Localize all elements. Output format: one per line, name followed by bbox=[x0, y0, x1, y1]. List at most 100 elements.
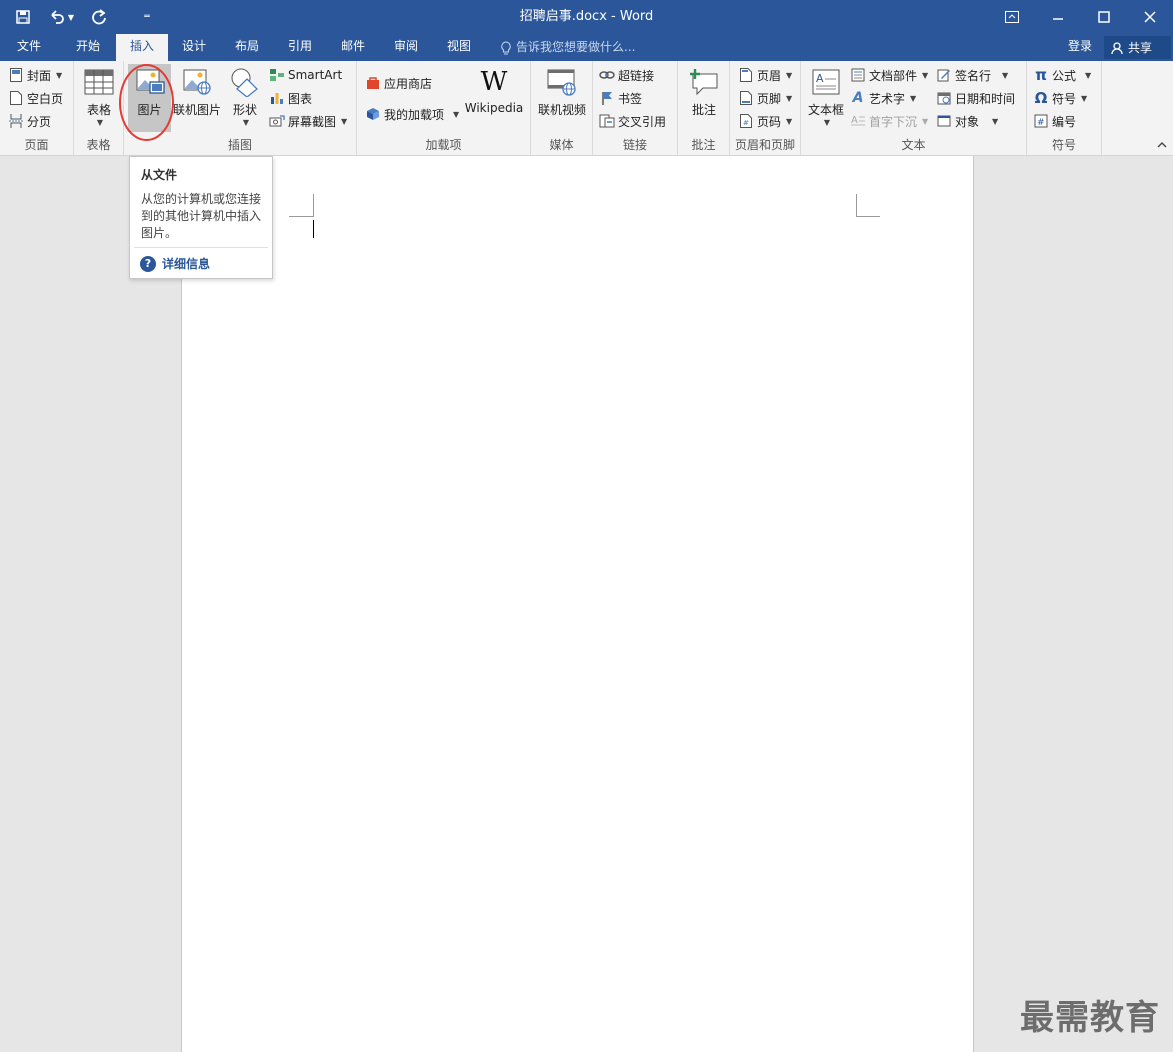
screenshot-button[interactable]: 屏幕截图 ▼ bbox=[269, 110, 347, 132]
undo-dropdown-icon[interactable]: ▼ bbox=[68, 13, 74, 22]
symbol-button[interactable]: Ω 符号 ▼ bbox=[1033, 87, 1088, 109]
store-button[interactable]: 应用商店 bbox=[365, 72, 432, 94]
document-page[interactable] bbox=[181, 156, 974, 1052]
addins-icon bbox=[365, 106, 381, 122]
quick-parts-icon bbox=[850, 67, 866, 83]
undo-button[interactable]: ▼ bbox=[42, 2, 80, 32]
chart-icon bbox=[269, 90, 285, 106]
bookmark-icon bbox=[599, 90, 615, 106]
chevron-down-icon: ▼ bbox=[786, 93, 793, 103]
tab-references[interactable]: 引用 bbox=[274, 34, 326, 61]
tab-mailings[interactable]: 邮件 bbox=[327, 34, 379, 61]
page-break-button[interactable]: 分页 bbox=[8, 110, 51, 132]
cover-page-label: 封面 bbox=[27, 68, 52, 83]
header-button[interactable]: 页眉 ▼ bbox=[738, 64, 792, 86]
chevron-down-icon: ▼ bbox=[1081, 93, 1088, 103]
tab-file[interactable]: 文件 bbox=[4, 34, 54, 61]
document-area[interactable] bbox=[0, 156, 1173, 1052]
ribbon-display-options-button[interactable] bbox=[989, 0, 1035, 34]
margin-corner-top-right-vertical bbox=[856, 194, 857, 217]
new-comment-button[interactable]: 批注 bbox=[684, 65, 724, 118]
blank-page-label: 空白页 bbox=[27, 91, 64, 106]
page-number-button[interactable]: # 页码 ▼ bbox=[738, 110, 792, 132]
online-picture-button[interactable]: 联机图片 bbox=[172, 65, 222, 118]
tooltip-more-info-link[interactable]: ? 详细信息 bbox=[140, 255, 210, 272]
signature-line-label: 签名行 bbox=[955, 68, 992, 83]
maximize-icon bbox=[1098, 11, 1110, 23]
store-icon bbox=[365, 75, 381, 91]
wikipedia-button[interactable]: W Wikipedia bbox=[463, 65, 525, 115]
hyperlink-icon bbox=[599, 67, 615, 83]
screenshot-icon bbox=[269, 113, 285, 129]
smartart-label: SmartArt bbox=[288, 68, 343, 82]
person-icon bbox=[1111, 41, 1123, 54]
ribbon-display-icon bbox=[1005, 11, 1019, 23]
group-symbols: π 公式 ▼ Ω 符号 ▼ # 编号 符号 bbox=[1027, 61, 1102, 155]
group-label-symbols: 符号 bbox=[1051, 138, 1076, 152]
collapse-ribbon-button[interactable] bbox=[1157, 141, 1167, 152]
table-button[interactable]: 表格 ▼ bbox=[82, 65, 116, 127]
date-time-button[interactable]: 日期和时间 bbox=[936, 87, 1015, 109]
chart-button[interactable]: 图表 bbox=[269, 87, 312, 109]
tab-design[interactable]: 设计 bbox=[168, 34, 220, 61]
save-icon bbox=[16, 10, 30, 24]
tab-view[interactable]: 视图 bbox=[433, 34, 485, 61]
shapes-button[interactable]: 形状 ▼ bbox=[226, 65, 264, 127]
omega-icon: Ω bbox=[1034, 89, 1048, 107]
hyperlink-button[interactable]: 超链接 bbox=[599, 64, 654, 86]
cross-reference-icon bbox=[599, 113, 615, 129]
number-button[interactable]: # 编号 bbox=[1033, 110, 1076, 132]
wikipedia-icon: W bbox=[480, 67, 508, 97]
tab-insert[interactable]: 插入 bbox=[116, 34, 168, 61]
quick-parts-button[interactable]: 文档部件 ▼ bbox=[850, 64, 928, 86]
dropcap-icon: A bbox=[850, 113, 866, 129]
chevron-up-icon bbox=[1157, 142, 1167, 148]
group-text: A 文本框 ▼ 文档部件 ▼ A 艺术字 ▼ A 首字下沉 ▼ 签名行 ▼ 日期和时间 … bbox=[801, 61, 1027, 155]
close-icon bbox=[1144, 11, 1156, 23]
share-button[interactable]: 共享 bbox=[1104, 36, 1171, 59]
smartart-button[interactable]: SmartArt bbox=[269, 64, 342, 86]
equation-button[interactable]: π 公式 ▼ bbox=[1033, 64, 1091, 86]
page-break-icon bbox=[8, 113, 24, 129]
minimize-button[interactable] bbox=[1035, 0, 1081, 34]
group-pages: 封面 ▼ 空白页 分页 页面 bbox=[0, 61, 74, 155]
save-button[interactable] bbox=[8, 2, 38, 32]
tab-review[interactable]: 审阅 bbox=[380, 34, 432, 61]
quick-access-toolbar: ▼ ═ bbox=[8, 0, 162, 34]
textbox-button[interactable]: A 文本框 ▼ bbox=[806, 65, 846, 127]
group-media: 联机视频 媒体 bbox=[531, 61, 593, 155]
tell-me-box[interactable]: 告诉我您想要做什么... bbox=[500, 34, 635, 61]
blank-page-button[interactable]: 空白页 bbox=[8, 87, 63, 109]
pi-icon: π bbox=[1035, 66, 1047, 84]
dropcap-label: 首字下沉 bbox=[869, 114, 918, 129]
my-addins-button[interactable]: 我的加载项 ▼ bbox=[365, 103, 459, 125]
cover-page-button[interactable]: 封面 ▼ bbox=[8, 64, 62, 86]
cross-reference-button[interactable]: 交叉引用 bbox=[599, 110, 666, 132]
redo-button[interactable] bbox=[84, 2, 114, 32]
close-button[interactable] bbox=[1127, 0, 1173, 34]
login-link[interactable]: 登录 bbox=[1068, 34, 1092, 61]
group-label-links: 链接 bbox=[622, 138, 647, 152]
signature-icon bbox=[936, 67, 952, 83]
dropcap-button[interactable]: A 首字下沉 ▼ bbox=[850, 110, 928, 132]
bookmark-button[interactable]: 书签 bbox=[599, 87, 642, 109]
number-icon: # bbox=[1033, 113, 1049, 129]
store-label: 应用商店 bbox=[384, 76, 433, 91]
tab-layout[interactable]: 布局 bbox=[221, 34, 273, 61]
highlight-circle bbox=[119, 64, 174, 141]
equation-label: 公式 bbox=[1052, 68, 1077, 83]
margin-corner-top-left bbox=[289, 216, 314, 217]
wordart-button[interactable]: A 艺术字 ▼ bbox=[850, 87, 917, 109]
group-label-illustrations: 插图 bbox=[227, 138, 252, 152]
object-button[interactable]: 对象 ▼ bbox=[936, 110, 998, 132]
group-label-header-footer: 页眉和页脚 bbox=[734, 138, 795, 152]
footer-button[interactable]: 页脚 ▼ bbox=[738, 87, 792, 109]
online-video-button[interactable]: 联机视频 bbox=[535, 65, 589, 118]
symbol-label: 符号 bbox=[1052, 91, 1077, 106]
maximize-button[interactable] bbox=[1081, 0, 1127, 34]
chevron-down-icon: ▼ bbox=[242, 118, 250, 127]
chevron-down-icon: ▼ bbox=[786, 116, 793, 126]
tab-home[interactable]: 开始 bbox=[62, 34, 114, 61]
customize-qat-button[interactable]: ═ bbox=[132, 2, 162, 32]
signature-line-button[interactable]: 签名行 ▼ bbox=[936, 64, 1008, 86]
